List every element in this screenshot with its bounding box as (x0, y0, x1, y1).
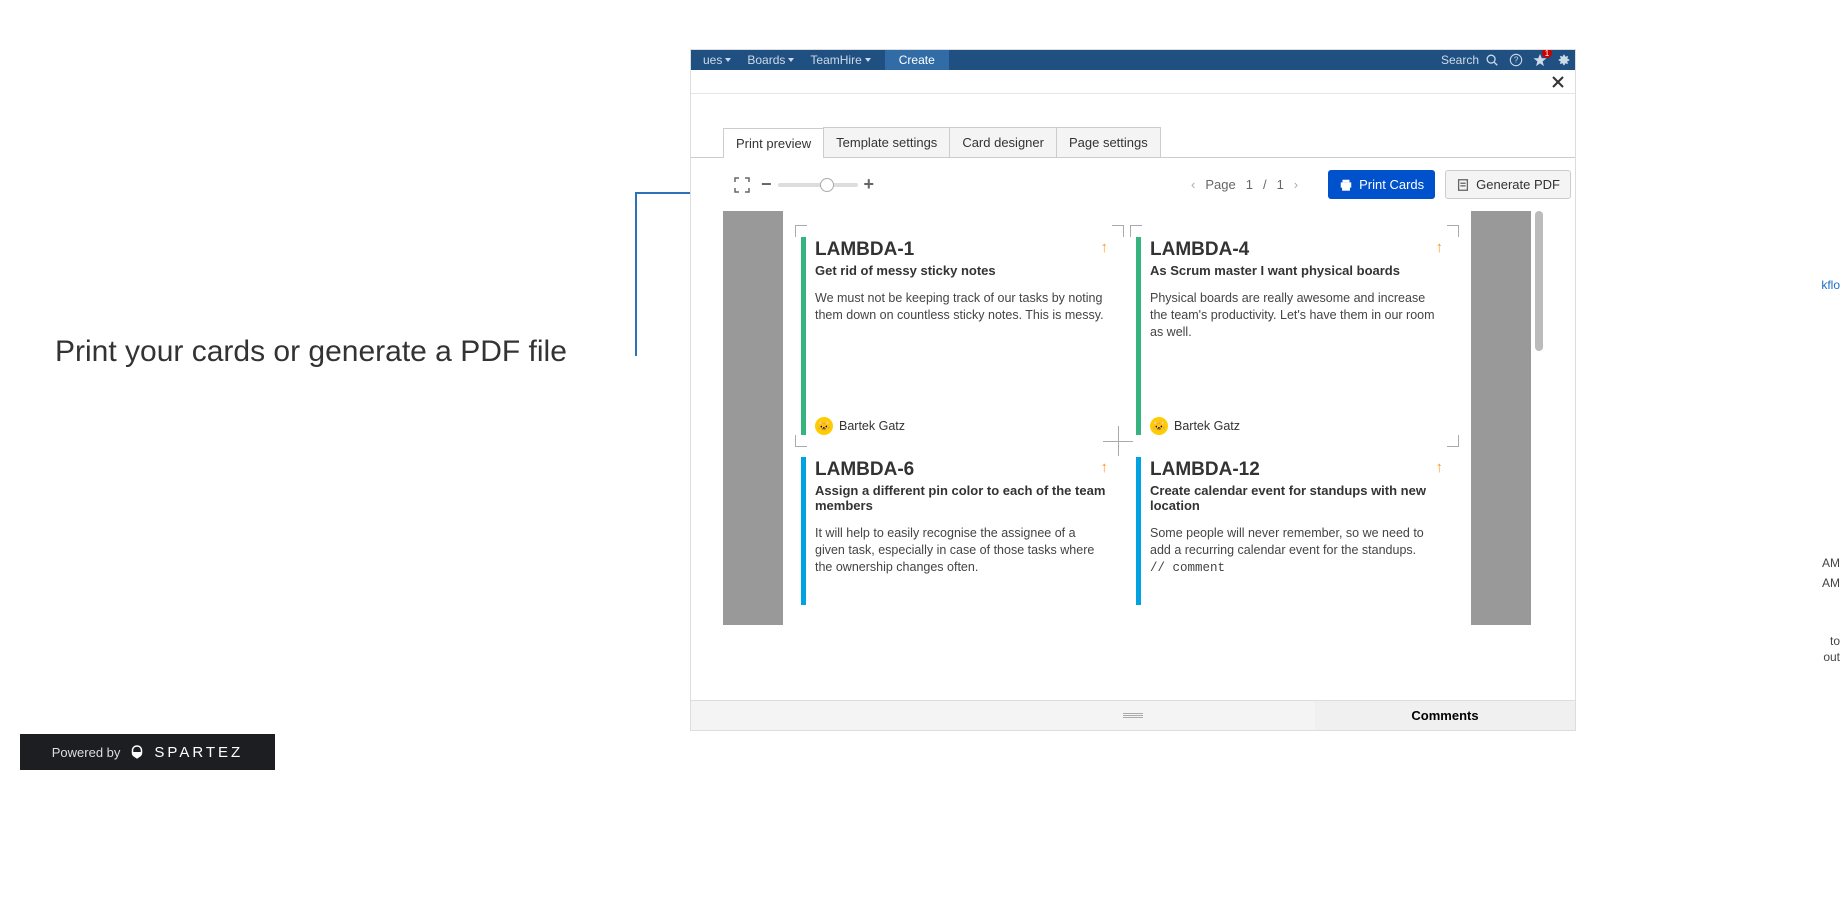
page-next-icon[interactable]: › (1294, 177, 1298, 192)
card-description: Some people will never remember, so we n… (1150, 525, 1443, 577)
card-description: We must not be keeping track of our task… (815, 290, 1108, 324)
comments-section-header[interactable]: Comments (1315, 700, 1575, 730)
pager: ‹ Page 1 / 1 › (1191, 177, 1298, 192)
card-summary: Assign a different pin color to each of … (815, 483, 1108, 513)
card-summary: Get rid of messy sticky notes (815, 263, 1108, 278)
bg-text: AM (1822, 556, 1840, 570)
nav-item-teamhire[interactable]: TeamHire (802, 50, 878, 70)
bg-text: AM (1822, 576, 1840, 590)
tabs: Print preview Template settings Card des… (691, 127, 1575, 158)
bg-text: kflo (1821, 278, 1840, 292)
card-assignee: 🐱Bartek Gatz (1150, 417, 1240, 435)
card-description: Physical boards are really awesome and i… (1150, 290, 1443, 341)
tab-card-designer[interactable]: Card designer (949, 127, 1057, 157)
preview-canvas[interactable]: ↑ LAMBDA-1 Get rid of messy sticky notes… (723, 211, 1531, 625)
dialog-close-bar (691, 70, 1575, 94)
card-stripe (1136, 457, 1141, 605)
notification-badge: 1 (1542, 50, 1552, 58)
tab-template-settings[interactable]: Template settings (823, 127, 950, 157)
gear-icon[interactable] (1557, 53, 1571, 67)
zoom-out-icon[interactable]: − (761, 174, 772, 195)
search-icon (1485, 53, 1499, 67)
powered-by-footer: Powered by SPARTEZ (20, 734, 275, 770)
scrollbar[interactable] (1535, 211, 1543, 625)
zoom-in-icon[interactable]: + (864, 174, 875, 195)
powered-by-prefix: Powered by (52, 745, 121, 760)
pdf-icon (1456, 178, 1470, 192)
card-key: LAMBDA-1 (815, 239, 1108, 261)
search-input[interactable]: Search (1441, 53, 1499, 67)
marketing-caption: Print your cards or generate a PDF file (55, 335, 567, 369)
card: ↑ LAMBDA-1 Get rid of messy sticky notes… (801, 231, 1118, 441)
nav-item-boards[interactable]: Boards (739, 50, 802, 70)
top-nav: ues Boards TeamHire Create Search ? 1 (691, 50, 1575, 70)
card-assignee: 🐱Bartek Gatz (815, 417, 905, 435)
card: ↑ LAMBDA-12 Create calendar event for st… (1136, 451, 1453, 611)
card-stripe (801, 457, 806, 605)
card-key: LAMBDA-12 (1150, 459, 1443, 481)
priority-arrow-icon: ↑ (1436, 459, 1444, 476)
card: ↑ LAMBDA-6 Assign a different pin color … (801, 451, 1118, 611)
priority-arrow-icon: ↑ (1101, 239, 1109, 256)
help-icon[interactable]: ? (1509, 53, 1523, 67)
card-stripe (801, 237, 806, 435)
page-total: 1 (1277, 177, 1284, 192)
preview-toolbar: − + ‹ Page 1 / 1 › Print Cards Generate … (691, 158, 1575, 211)
bg-text: out (1823, 650, 1840, 664)
page-label: Page (1205, 177, 1235, 192)
card-description: It will help to easily recognise the ass… (815, 525, 1108, 576)
page-prev-icon[interactable]: ‹ (1191, 177, 1195, 192)
fullscreen-icon[interactable] (733, 176, 751, 194)
brand-name: SPARTEZ (154, 744, 243, 761)
zoom-slider[interactable]: − + (761, 174, 874, 195)
card-key: LAMBDA-6 (815, 459, 1108, 481)
preview-sheet: ↑ LAMBDA-1 Get rid of messy sticky notes… (783, 211, 1471, 625)
avatar: 🐱 (815, 417, 833, 435)
priority-arrow-icon: ↑ (1101, 459, 1109, 476)
printer-icon (1339, 178, 1353, 192)
card-summary: As Scrum master I want physical boards (1150, 263, 1443, 278)
card-summary: Create calendar event for standups with … (1150, 483, 1443, 513)
card: ↑ LAMBDA-4 As Scrum master I want physic… (1136, 231, 1453, 441)
create-button[interactable]: Create (885, 50, 949, 70)
card-stripe (1136, 237, 1141, 435)
resize-handle-icon (1123, 713, 1143, 719)
tab-page-settings[interactable]: Page settings (1056, 127, 1161, 157)
page-current: 1 (1246, 177, 1253, 192)
page-sep: / (1263, 177, 1267, 192)
card-key: LAMBDA-4 (1150, 239, 1443, 261)
avatar: 🐱 (1150, 417, 1168, 435)
nav-item-issues[interactable]: ues (695, 50, 739, 70)
bg-text: to (1830, 634, 1840, 648)
generate-pdf-button[interactable]: Generate PDF (1445, 170, 1571, 199)
svg-text:?: ? (1514, 56, 1519, 65)
tab-print-preview[interactable]: Print preview (723, 128, 824, 158)
priority-arrow-icon: ↑ (1436, 239, 1444, 256)
app-screenshot: ues Boards TeamHire Create Search ? 1 Pr… (691, 50, 1575, 730)
preview-area: ↑ LAMBDA-1 Get rid of messy sticky notes… (723, 211, 1543, 625)
spartez-logo-icon (128, 743, 146, 761)
favorite-icon[interactable]: 1 (1533, 53, 1547, 67)
print-cards-button[interactable]: Print Cards (1328, 170, 1435, 199)
close-icon[interactable] (1551, 75, 1565, 89)
